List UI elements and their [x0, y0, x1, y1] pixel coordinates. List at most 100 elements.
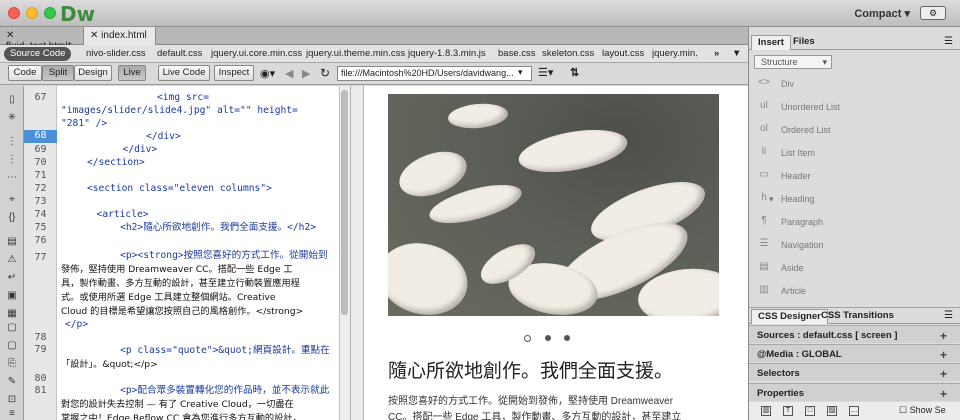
insert-div[interactable]: <> Div [755, 75, 955, 97]
sources-pane[interactable]: Sources : default.css [ screen ] + [749, 325, 960, 343]
related-file[interactable]: skeleton.css [542, 48, 594, 59]
split-divider[interactable] [350, 86, 364, 420]
tab-css-transitions[interactable]: CSS Transitions [815, 309, 900, 324]
close-icon[interactable]: ✕ [90, 30, 98, 41]
balance-braces-icon[interactable]: {} [5, 212, 19, 224]
page-options-icon[interactable]: ☰▾ [538, 66, 553, 79]
gear-icon[interactable]: ⚙ [920, 6, 946, 20]
collapse-tag-icon[interactable]: ⋮ [5, 136, 19, 148]
highlight-invalid-icon[interactable]: ⚠ [5, 254, 19, 266]
related-file[interactable]: default.css [157, 48, 202, 59]
div-icon: <> [758, 77, 770, 88]
properties-pane[interactable]: Properties + [749, 383, 960, 401]
insert-header[interactable]: ▭ Header [755, 167, 955, 189]
select-parent-tag-icon[interactable]: ⌖ [5, 194, 19, 206]
slider-dot-active[interactable] [524, 335, 531, 342]
move-css-icon[interactable]: ⊡ [5, 394, 19, 406]
wrap-tag-icon[interactable]: ⎘ [5, 358, 19, 370]
panel-menu-icon[interactable]: ☰ [944, 36, 953, 47]
header-icon: ▭ [759, 169, 769, 180]
close-window-button[interactable] [8, 7, 20, 19]
remove-comment-icon[interactable]: ▢ [5, 340, 19, 352]
workspace-switcher[interactable]: Compact ▾ [854, 7, 910, 20]
related-file[interactable]: layout.css [602, 48, 644, 59]
refresh-icon[interactable]: ↻ [320, 66, 330, 80]
split-view-button[interactable]: Split [42, 65, 74, 81]
live-view-button[interactable]: Live [118, 65, 146, 81]
zoom-window-button[interactable] [44, 7, 56, 19]
insert-ordered-list[interactable]: ol Ordered List [755, 121, 955, 143]
media-pane[interactable]: @Media : GLOBAL + [749, 344, 960, 362]
inspect-button[interactable]: Inspect [214, 65, 254, 81]
close-icon[interactable]: ✕ [6, 30, 14, 41]
add-media-icon[interactable]: + [940, 348, 947, 362]
related-file[interactable]: jquery.ui.theme.min.css [306, 48, 405, 59]
checkbox-icon[interactable]: ☐ [899, 405, 907, 415]
tab-files[interactable]: Files [787, 35, 821, 50]
insert-heading[interactable]: h ▾ Heading [755, 190, 955, 212]
add-selector-icon[interactable]: + [940, 367, 947, 381]
expand-all-icon[interactable]: ⋯ [5, 172, 19, 184]
background-icon[interactable]: ▨ [827, 406, 837, 416]
text-icon[interactable]: T [783, 406, 793, 416]
file-transfer-icon[interactable]: ⇅ [570, 66, 579, 79]
insert-navigation[interactable]: ☰ Navigation [755, 236, 955, 258]
article-paragraph: CC。搭配一些 Edge 工具，製作動畫、多方互動的設計，甚至建立 [388, 412, 682, 420]
coding-toolbar: ▯ ✳ ⋮ ⋮ ⋯ ⌖ {} ▤ ⚠ ↵ ▣ ▦ ▢ ▢ ⎘ ✎ ⊡ ≡ [0, 86, 24, 420]
collapse-selection-icon[interactable]: ⋮ [5, 154, 19, 166]
address-bar[interactable]: file:///Macintosh%20HD/Users/davidwang..… [337, 66, 532, 81]
related-file[interactable]: jquery.min.j [652, 48, 698, 59]
line-numbers-icon[interactable]: ▤ [5, 236, 19, 248]
panel-menu-icon[interactable]: ☰ [944, 310, 953, 321]
insert-category-select[interactable]: Structure ▾ [754, 55, 832, 69]
tab-fluid-test[interactable]: ✕ fluid_test.html* [0, 27, 84, 52]
live-code-button[interactable]: Live Code [158, 65, 210, 81]
code-scrollbar-thumb[interactable] [341, 90, 348, 315]
ordered-list-icon: ol [760, 123, 768, 134]
auto-indent-icon[interactable]: ▦ [5, 308, 19, 320]
code-line: "281" /> [61, 118, 108, 129]
more-files-icon[interactable]: » [714, 48, 719, 59]
add-source-icon[interactable]: + [940, 329, 947, 343]
code-view-button[interactable]: Code [8, 65, 42, 81]
layout-icon[interactable]: ▥ [761, 406, 771, 416]
filter-icon[interactable]: ▼ [732, 48, 741, 59]
slider-dot[interactable] [564, 335, 570, 341]
apply-comment-icon[interactable]: ▢ [5, 322, 19, 334]
code-line: 式。或使用所選 Edge 工具建立整個網站。Creative [61, 292, 276, 303]
tab-index[interactable]: ✕ index.html [84, 27, 156, 45]
related-file[interactable]: jquery-1.8.3.min.js [408, 48, 486, 59]
forward-arrow-icon[interactable]: ▶ [302, 67, 310, 80]
related-file[interactable]: base.css [498, 48, 536, 59]
selectors-pane[interactable]: Selectors + [749, 363, 960, 381]
insert-list-item[interactable]: li List Item [755, 144, 955, 166]
show-set-checkbox[interactable]: ☐ Show Se [899, 405, 946, 416]
live-view[interactable]: 隨心所欲地創作。我們全面支援。 按照您喜好的方式工作。從開始到發佈，堅持使用 D… [364, 86, 748, 420]
tab-label: index.html [101, 30, 147, 41]
source-code-button[interactable]: Source Code [4, 47, 72, 61]
design-view-button[interactable]: Design [74, 65, 112, 81]
insert-unordered-list[interactable]: ul Unordered List [755, 98, 955, 120]
insert-aside[interactable]: ▤ Aside [755, 259, 955, 281]
related-file[interactable]: jquery.ui.core.min.css [211, 48, 302, 59]
expand-arrow-icon[interactable]: ▾ [769, 194, 774, 205]
format-source-icon[interactable]: ≡ [5, 408, 19, 420]
show-code-navigator-icon[interactable]: ✳ [5, 112, 19, 124]
tab-insert[interactable]: Insert [751, 35, 791, 50]
minimize-window-button[interactable] [26, 7, 38, 19]
insert-article[interactable]: ▥ Article [755, 282, 955, 304]
code-editor[interactable]: <img src= "images/slider/slide4.jpg" alt… [57, 86, 339, 420]
related-file[interactable]: nivo-slider.css [86, 48, 146, 59]
border-icon[interactable]: □ [805, 406, 815, 416]
address-dropdown-icon[interactable]: ▾ [518, 67, 523, 78]
globe-icon[interactable]: ◉▾ [260, 67, 275, 80]
back-arrow-icon[interactable]: ◀ [285, 67, 293, 80]
syntax-coloring-icon[interactable]: ▣ [5, 290, 19, 302]
other-icon[interactable]: … [849, 406, 859, 416]
slider-dot[interactable] [545, 335, 551, 341]
recent-snippets-icon[interactable]: ✎ [5, 376, 19, 388]
insert-paragraph[interactable]: ¶ Paragraph [755, 213, 955, 235]
add-property-icon[interactable]: + [940, 387, 947, 401]
word-wrap-icon[interactable]: ↵ [5, 272, 19, 284]
open-documents-icon[interactable]: ▯ [5, 94, 19, 106]
